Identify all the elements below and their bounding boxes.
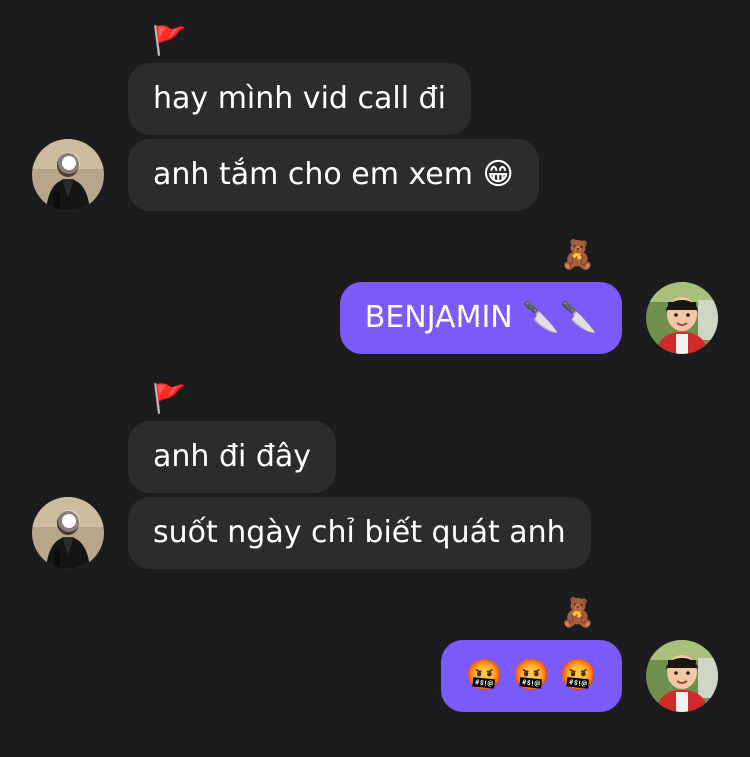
person-avatar-icon — [32, 497, 104, 569]
child-avatar-icon — [646, 282, 718, 354]
outgoing-message-bubble[interactable]: 🤬 🤬 🤬 — [440, 640, 622, 712]
my-avatar[interactable] — [646, 282, 718, 354]
incoming-message-bubble[interactable]: hay mình vid call đi — [128, 63, 471, 135]
chat-thread: 🚩 hay mình vid call đi anh tắm cho em xe… — [0, 0, 750, 757]
incoming-message-bubble[interactable]: suốt ngày chỉ biết quát anh — [128, 497, 591, 569]
child-avatar-icon — [646, 640, 718, 712]
incoming-message-bubble[interactable]: anh tắm cho em xem 😁 — [128, 139, 539, 211]
red-flag-reaction-icon[interactable]: 🚩 — [152, 382, 187, 416]
my-avatar[interactable] — [646, 640, 718, 712]
red-flag-reaction-icon[interactable]: 🚩 — [152, 24, 187, 58]
contact-avatar[interactable] — [32, 497, 104, 569]
outgoing-message-bubble[interactable]: BENJAMIN 🔪🔪 — [339, 282, 622, 354]
teddy-bear-reaction-icon[interactable]: 🧸 — [560, 596, 595, 630]
teddy-bear-reaction-icon[interactable]: 🧸 — [560, 238, 595, 272]
person-avatar-icon — [32, 139, 104, 211]
incoming-message-bubble[interactable]: anh đi đây — [128, 421, 337, 493]
contact-avatar[interactable] — [32, 139, 104, 211]
